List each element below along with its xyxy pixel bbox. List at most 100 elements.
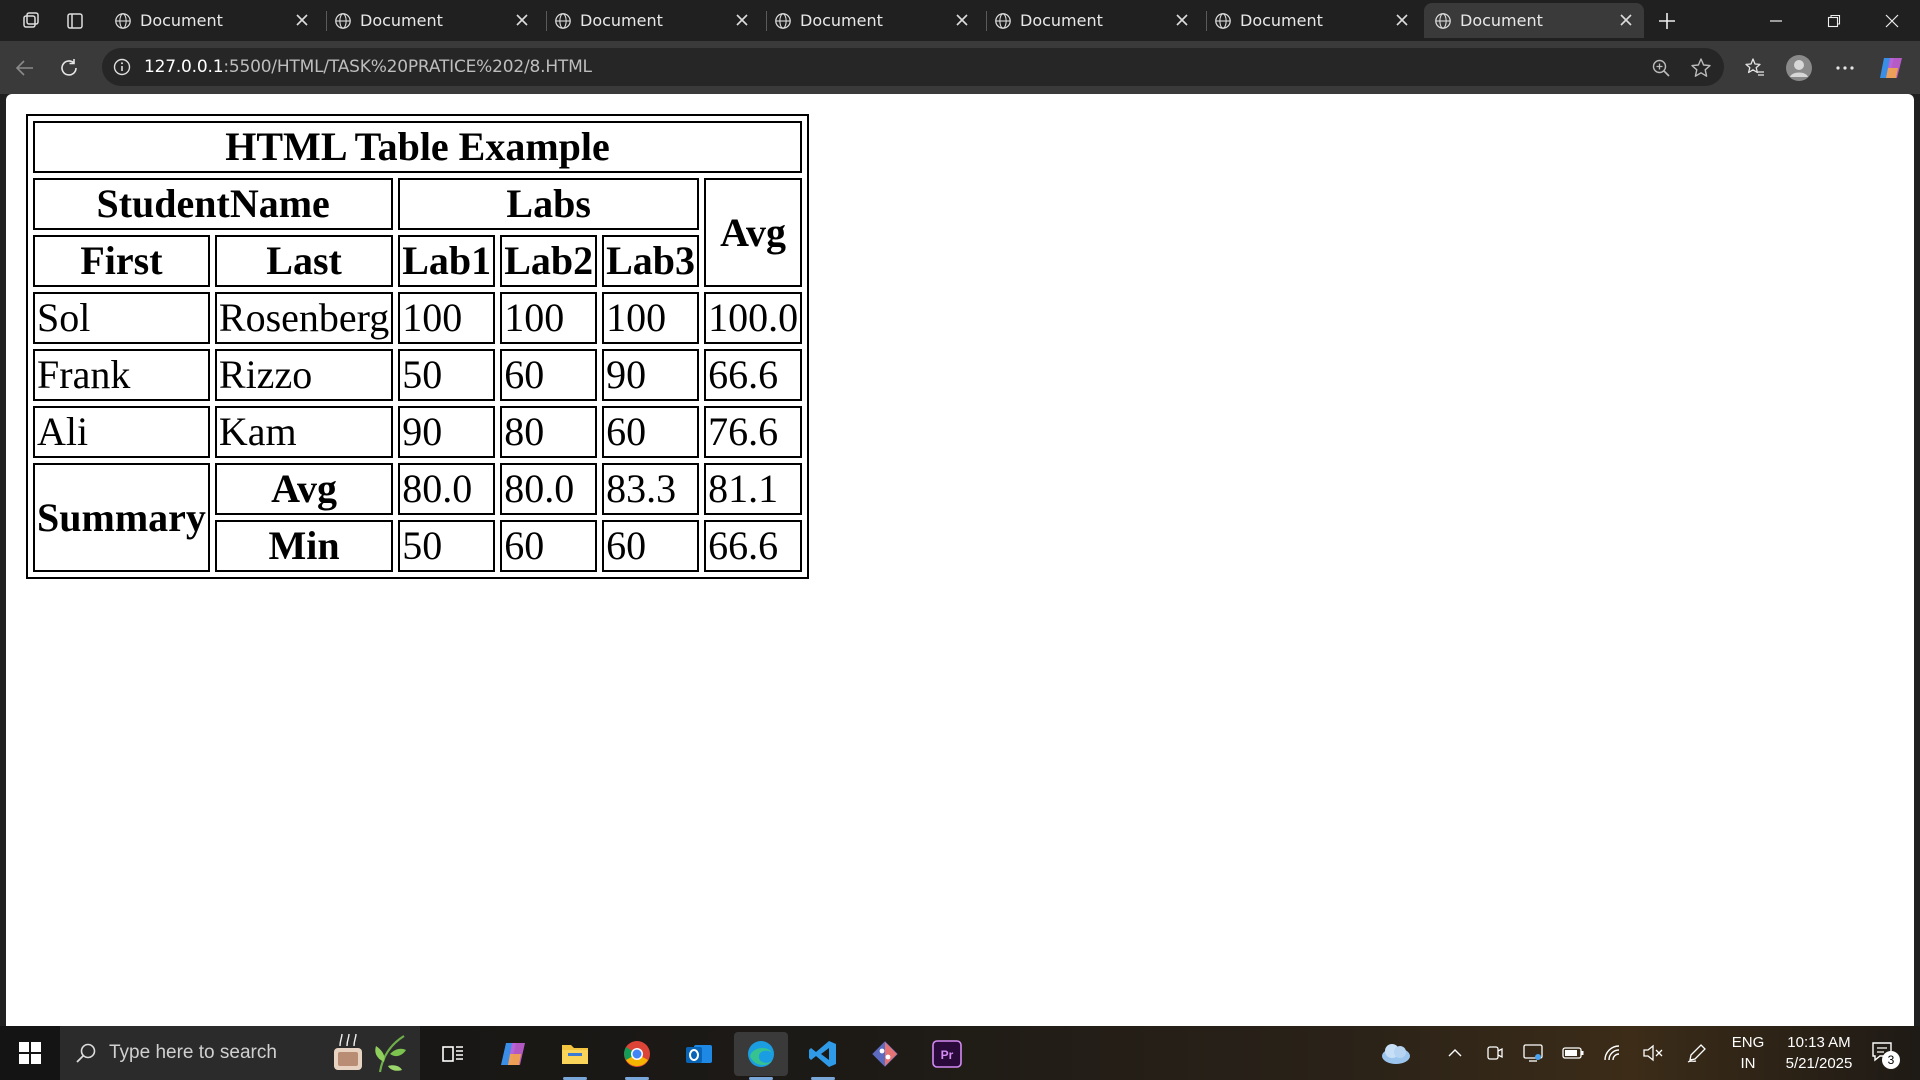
restore-button[interactable] — [1806, 0, 1862, 41]
task-view-button[interactable] — [426, 1032, 480, 1076]
browser-tab-3[interactable]: Document — [544, 3, 760, 38]
header-student-name: StudentName — [33, 178, 394, 230]
language-indicator[interactable]: ENG IN — [1728, 1034, 1768, 1072]
premiere-pro-button[interactable]: Pr — [920, 1032, 974, 1076]
search-icon — [76, 1043, 96, 1063]
edge-button[interactable] — [734, 1032, 788, 1080]
start-button[interactable] — [0, 1026, 60, 1080]
favorites-icon — [1745, 58, 1764, 76]
battery-icon[interactable] — [1560, 1040, 1586, 1066]
tab-actions-icon[interactable] — [60, 6, 90, 36]
cell-lab1: 90 — [398, 406, 496, 458]
browser-tab-2[interactable]: Document — [324, 3, 540, 38]
cell-avg: 76.6 — [704, 406, 803, 458]
header-lab2: Lab2 — [500, 235, 598, 287]
browser-tab-7-active[interactable]: Document — [1424, 3, 1644, 38]
summary-avg-lab1: 80.0 — [398, 463, 496, 515]
taskbar-search-box[interactable]: Type here to search — [60, 1026, 420, 1080]
cell-last: Kam — [214, 406, 394, 458]
browser-tab-5[interactable]: Document — [984, 3, 1200, 38]
summary-avg-label: Avg — [214, 463, 394, 515]
svg-text:Pr: Pr — [941, 1048, 954, 1062]
browser-toolbar: 127.0.0.1:5500/HTML/TASK%20PRATICE%202/8… — [0, 41, 1920, 94]
copilot-app-button[interactable] — [486, 1032, 540, 1076]
tab-title: Document — [800, 11, 883, 30]
url-text[interactable]: 127.0.0.1:5500/HTML/TASK%20PRATICE%202/8… — [144, 57, 592, 77]
globe-icon — [775, 13, 791, 29]
edge-icon — [748, 1041, 774, 1067]
cell-last: Rosenberg — [214, 292, 394, 344]
restore-icon — [1827, 14, 1841, 27]
browser-tab-strip: Document Document Document Document Docu… — [0, 0, 1920, 41]
weather-cloud-icon[interactable] — [1378, 1040, 1412, 1066]
search-placeholder: Type here to search — [109, 1042, 277, 1063]
tab-title: Document — [1240, 11, 1323, 30]
close-icon[interactable] — [1172, 10, 1192, 30]
browser-tab-4[interactable]: Document — [764, 3, 980, 38]
file-explorer-button[interactable] — [548, 1032, 602, 1080]
chrome-button[interactable] — [610, 1032, 664, 1080]
avatar-icon — [1786, 55, 1812, 81]
favorites-button[interactable] — [1740, 53, 1770, 83]
close-window-button[interactable] — [1864, 0, 1920, 41]
plus-icon — [1659, 13, 1675, 29]
wifi-icon[interactable] — [1600, 1040, 1626, 1066]
copilot-button[interactable] — [1876, 53, 1906, 83]
notification-center-button[interactable]: 3 — [1868, 1039, 1900, 1069]
notification-count-badge: 3 — [1882, 1051, 1900, 1069]
tab-title: Document — [140, 11, 223, 30]
workspaces-icon[interactable] — [16, 6, 46, 36]
summary-min-avg: 66.6 — [704, 520, 803, 572]
clock[interactable]: 10:13 AM 5/21/2025 — [1772, 1034, 1866, 1072]
meet-now-icon[interactable] — [1482, 1040, 1508, 1066]
cell-first: Ali — [33, 406, 210, 458]
close-icon[interactable] — [952, 10, 972, 30]
refresh-button[interactable] — [54, 53, 84, 83]
outlook-button[interactable] — [672, 1032, 726, 1076]
close-icon[interactable] — [732, 10, 752, 30]
git-tool-button[interactable] — [858, 1032, 912, 1076]
cell-last: Rizzo — [214, 349, 394, 401]
premiere-pro-icon: Pr — [932, 1040, 962, 1068]
new-tab-button[interactable] — [1652, 6, 1682, 36]
tab-title: Document — [360, 11, 443, 30]
more-icon — [1836, 66, 1854, 70]
address-bar[interactable]: 127.0.0.1:5500/HTML/TASK%20PRATICE%202/8… — [102, 48, 1724, 86]
chevron-up-icon[interactable] — [1442, 1040, 1468, 1066]
profile-button[interactable] — [1784, 53, 1814, 83]
header-lab3: Lab3 — [602, 235, 700, 287]
volume-muted-icon[interactable] — [1640, 1040, 1666, 1066]
windows-taskbar: Type here to search Pr ENG IN 10:13 AM 5… — [0, 1026, 1920, 1080]
more-menu-button[interactable] — [1830, 53, 1860, 83]
url-host: 127.0.0.1 — [144, 57, 224, 77]
close-icon[interactable] — [1392, 10, 1412, 30]
summary-avg-avg: 81.1 — [704, 463, 803, 515]
globe-icon — [115, 13, 131, 29]
close-icon[interactable] — [292, 10, 312, 30]
close-icon[interactable] — [512, 10, 532, 30]
remote-display-icon[interactable] — [1520, 1040, 1546, 1066]
cell-lab1: 50 — [398, 349, 496, 401]
summary-min-label: Min — [214, 520, 394, 572]
vscode-icon — [809, 1041, 836, 1067]
close-icon[interactable] — [1616, 10, 1636, 30]
summary-min-lab1: 50 — [398, 520, 496, 572]
summary-min-lab2: 60 — [500, 520, 598, 572]
pen-icon[interactable] — [1684, 1040, 1710, 1066]
copilot-icon — [1880, 58, 1902, 78]
browser-tab-6[interactable]: Document — [1204, 3, 1420, 38]
browser-tab-1[interactable]: Document — [104, 3, 320, 38]
favorite-star-icon[interactable] — [1688, 55, 1714, 81]
minimize-button[interactable] — [1748, 0, 1804, 41]
header-first: First — [33, 235, 210, 287]
site-info-icon[interactable] — [110, 55, 134, 79]
back-button[interactable] — [10, 53, 40, 83]
task-view-icon — [442, 1046, 463, 1062]
summary-avg-lab2: 80.0 — [500, 463, 598, 515]
header-last: Last — [214, 235, 394, 287]
zoom-icon[interactable] — [1648, 55, 1674, 81]
table-caption: HTML Table Example — [33, 121, 803, 173]
table-row: Ali Kam 90 80 60 76.6 — [33, 406, 803, 458]
vscode-button[interactable] — [796, 1032, 850, 1080]
close-icon — [1885, 14, 1899, 27]
